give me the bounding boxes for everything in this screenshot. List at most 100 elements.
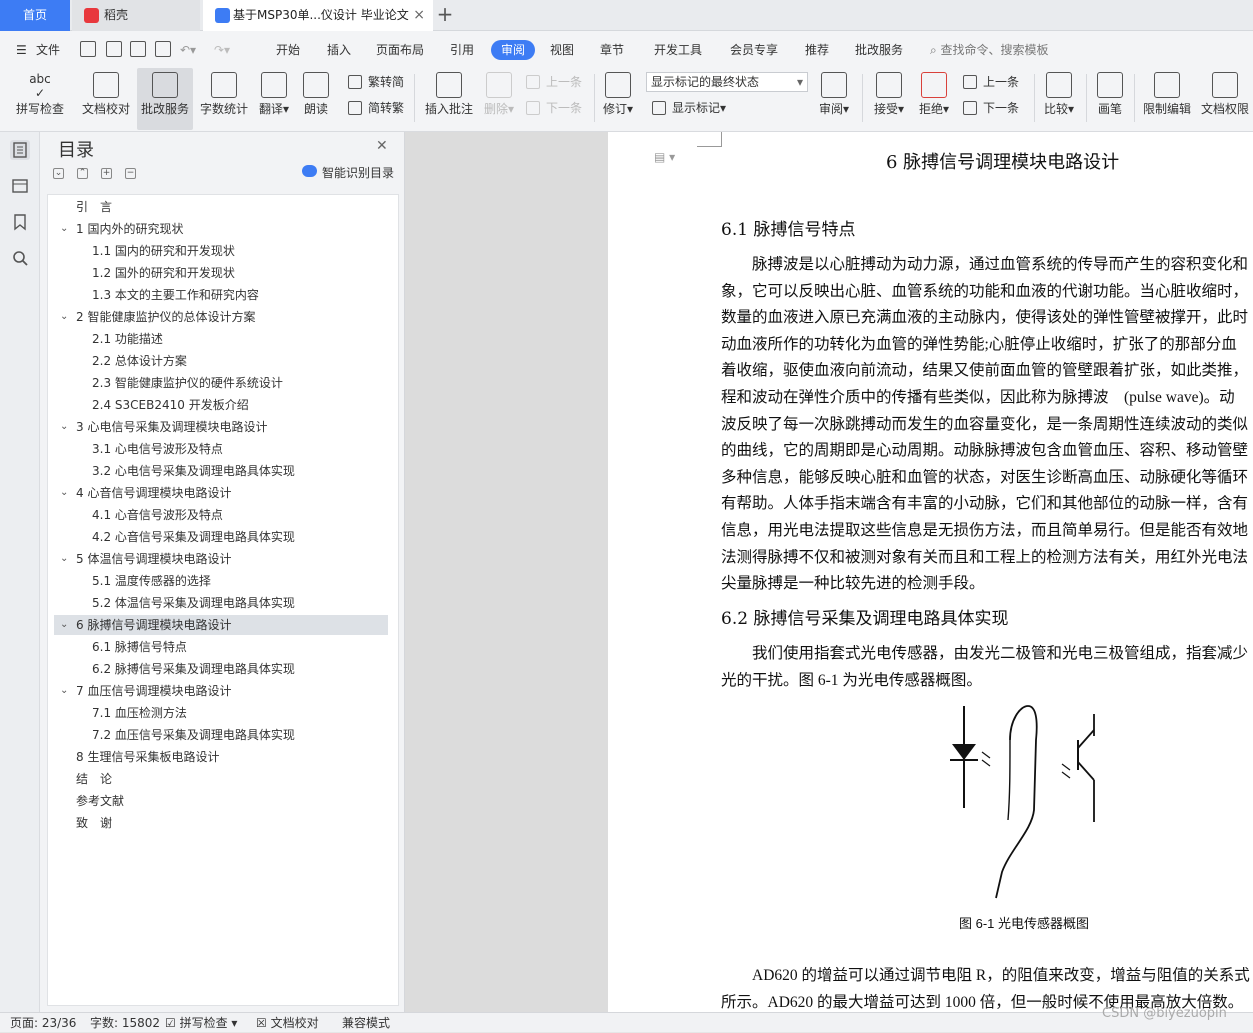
chevron-down-icon[interactable]: ⌄ [60, 549, 68, 569]
next-comment-button[interactable]: 下一条 [526, 98, 582, 118]
menu-page-layout[interactable]: 页面布局 [376, 40, 424, 60]
page-indicator[interactable]: 页面: 23/36 [10, 1013, 76, 1033]
remove-item-icon[interactable]: − [125, 168, 136, 179]
translate-button[interactable]: 翻译▾ [256, 68, 292, 130]
reject-button[interactable]: 拒绝▾ [915, 68, 953, 130]
markup-mode-select[interactable]: 显示标记的最终状态 [646, 72, 808, 92]
smart-toc-button[interactable]: 智能识别目录 [302, 164, 394, 181]
toc-item[interactable]: 1.3 本文的主要工作和研究内容 [54, 285, 388, 305]
search-icon[interactable] [10, 248, 30, 268]
toc-item[interactable]: 1.1 国内的研究和开发现状 [54, 241, 388, 261]
menu-insert[interactable]: 插入 [327, 40, 351, 60]
delete-comment-button[interactable]: 删除▾ [481, 68, 517, 130]
chevron-down-icon[interactable]: ⌄ [60, 417, 68, 437]
pen-button[interactable]: 画笔 [1094, 68, 1126, 130]
toc-item[interactable]: 2.4 S3CEB2410 开发板介绍 [54, 395, 388, 415]
menu-developer[interactable]: 开发工具 [654, 40, 702, 60]
review-pane-button[interactable]: 审阅▾ [816, 68, 852, 130]
chevron-down-icon[interactable]: ⌄ [60, 483, 68, 503]
close-icon[interactable]: ✕ [376, 138, 388, 154]
tab-daoke[interactable]: 稻壳 [72, 0, 200, 31]
toc-item[interactable]: ⌄ 4 心音信号调理模块电路设计 [54, 483, 388, 503]
toc-item[interactable]: ⌄ 2 智能健康监护仪的总体设计方案 [54, 307, 388, 327]
accept-button[interactable]: 接受▾ [870, 68, 908, 130]
new-tab-button[interactable]: + [435, 0, 455, 31]
status-doccheck[interactable]: ☒ 文档校对 [256, 1013, 319, 1033]
toc-item[interactable]: 5.2 体温信号采集及调理电路具体实现 [54, 593, 388, 613]
toc-item[interactable]: 1.2 国外的研究和开发现状 [54, 263, 388, 283]
toc-item[interactable]: 5.1 温度传感器的选择 [54, 571, 388, 591]
menu-view[interactable]: 视图 [550, 40, 574, 60]
export-pdf-icon[interactable] [106, 41, 122, 57]
prev-comment-button[interactable]: 上一条 [526, 72, 582, 92]
toc-item[interactable]: 3.2 心电信号采集及调理电路具体实现 [54, 461, 388, 481]
toc-item[interactable]: 2.1 功能描述 [54, 329, 388, 349]
menu-references[interactable]: 引用 [450, 40, 474, 60]
toc-item[interactable]: ⌄ 1 国内外的研究现状 [54, 219, 388, 239]
toc-item[interactable]: 4.1 心音信号波形及特点 [54, 505, 388, 525]
collapse-all-icon[interactable]: ⌃ [77, 168, 88, 179]
insert-comment-button[interactable]: 插入批注 [422, 68, 476, 130]
expand-all-icon[interactable]: ⌄ [53, 168, 64, 179]
toc-item[interactable]: ⌄ 3 心电信号采集及调理模块电路设计 [54, 417, 388, 437]
toc-item[interactable]: 致 谢 [54, 813, 388, 833]
toc-item[interactable]: 4.2 心音信号采集及调理电路具体实现 [54, 527, 388, 547]
track-changes-button[interactable]: 修订▾ [600, 68, 636, 130]
close-tab-icon[interactable]: × [413, 0, 425, 31]
prev-change-button[interactable]: 上一条 [963, 72, 1019, 92]
menu-start[interactable]: 开始 [276, 40, 300, 60]
menu-recommend[interactable]: 推荐 [805, 40, 829, 60]
toc-item[interactable]: ⌄ 7 血压信号调理模块电路设计 [54, 681, 388, 701]
redo-icon[interactable]: ↷▾ [214, 40, 230, 60]
toc-item[interactable]: 参考文献 [54, 791, 388, 811]
toc-item[interactable]: 7.2 血压信号采集及调理电路具体实现 [54, 725, 388, 745]
menu-file[interactable]: 文件 [36, 40, 60, 60]
undo-icon[interactable]: ↶▾ [180, 40, 196, 60]
page-options-icon[interactable]: ▤ ▾ [654, 150, 675, 164]
hamburger-icon[interactable]: ☰ [16, 40, 27, 60]
toc-item[interactable]: 7.1 血压检测方法 [54, 703, 388, 723]
next-change-button[interactable]: 下一条 [963, 98, 1019, 118]
add-item-icon[interactable]: + [101, 168, 112, 179]
print-preview-icon[interactable] [155, 41, 171, 57]
chevron-down-icon[interactable]: ⌄ [60, 681, 68, 701]
menu-review[interactable]: 审阅 [491, 40, 536, 60]
toc-item[interactable]: 8 生理信号采集板电路设计 [54, 747, 388, 767]
tab-document[interactable]: 基于MSP30单...仪设计 毕业论文 × [203, 0, 433, 31]
navigation-icon[interactable] [10, 176, 30, 196]
toc-item[interactable]: 3.1 心电信号波形及特点 [54, 439, 388, 459]
doc-permission-button[interactable]: 文档权限 [1198, 68, 1252, 130]
show-markup-button[interactable]: 显示标记▾ [652, 98, 726, 118]
compare-button[interactable]: 比较▾ [1040, 68, 1078, 130]
toc-item[interactable]: 引 言 [54, 197, 388, 217]
toc-item[interactable]: 6.2 脉搏信号采集及调理电路具体实现 [54, 659, 388, 679]
menu-member[interactable]: 会员专享 [730, 40, 778, 60]
doc-check-button[interactable]: 文档校对 [78, 68, 134, 130]
save-icon[interactable] [80, 41, 96, 57]
toc-item[interactable]: ⌄ 6 脉搏信号调理模块电路设计 [54, 615, 388, 635]
toc-item[interactable]: ⌄ 5 体温信号调理模块电路设计 [54, 549, 388, 569]
tab-home[interactable]: 首页 [0, 0, 70, 31]
word-count-button[interactable]: 字数统计 [198, 68, 250, 130]
command-search[interactable]: ⌕ 查找命令、搜索模板 [930, 40, 1049, 60]
restrict-edit-button[interactable]: 限制编辑 [1140, 68, 1194, 130]
trad-to-simp-button[interactable]: 繁转简 [348, 72, 404, 92]
menu-chapter[interactable]: 章节 [600, 40, 624, 60]
toc-item[interactable]: 2.3 智能健康监护仪的硬件系统设计 [54, 373, 388, 393]
menu-correct-service[interactable]: 批改服务 [855, 40, 903, 60]
bookmark-icon[interactable] [10, 212, 30, 232]
toc-item[interactable]: 2.2 总体设计方案 [54, 351, 388, 371]
status-spellcheck[interactable]: ☑ 拼写检查 ▾ [165, 1013, 237, 1033]
correct-service-button[interactable]: 批改服务 [137, 68, 193, 130]
chevron-down-icon[interactable]: ⌄ [60, 307, 68, 327]
spellcheck-button[interactable]: abc ✓ 拼写检查 [8, 68, 72, 130]
toc-item[interactable]: 结 论 [54, 769, 388, 789]
simp-to-trad-button[interactable]: 简转繁 [348, 98, 404, 118]
print-icon[interactable] [130, 41, 146, 57]
chevron-down-icon[interactable]: ⌄ [60, 615, 68, 635]
chevron-down-icon[interactable]: ⌄ [60, 219, 68, 239]
read-aloud-button[interactable]: 朗读 [300, 68, 332, 130]
word-count-indicator[interactable]: 字数: 15802 [90, 1013, 160, 1033]
toc-item[interactable]: 6.1 脉搏信号特点 [54, 637, 388, 657]
toc-panel-icon[interactable] [10, 140, 30, 160]
